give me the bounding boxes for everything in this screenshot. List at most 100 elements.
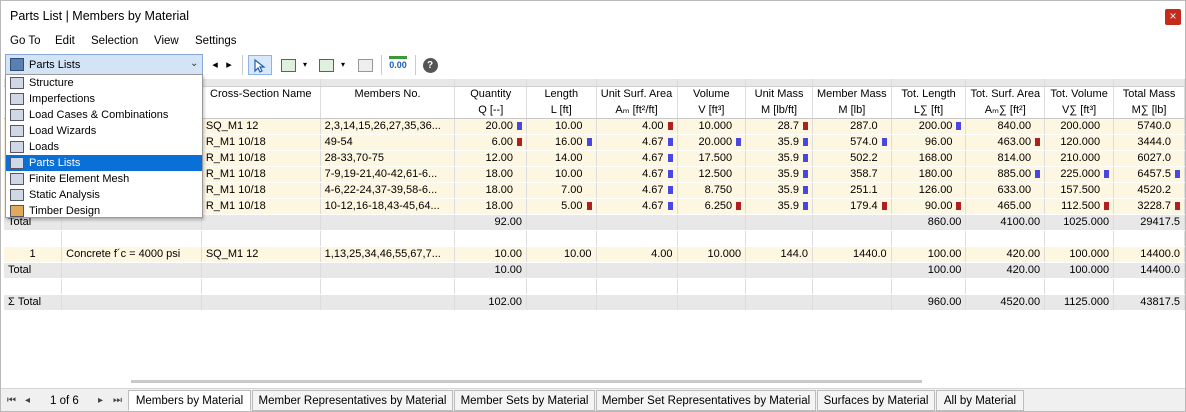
indicator-marker: [667, 122, 673, 131]
export-table-button[interactable]: [277, 55, 299, 75]
chevron-down-icon: ⌄: [190, 58, 199, 69]
dropdown-item-label: Loads: [29, 141, 59, 153]
unit-surface-area-value: 4.67: [642, 152, 664, 164]
imperfections-icon: [10, 93, 24, 105]
indicator-marker: [586, 202, 592, 211]
cross-section-name-value: SQ_M1 12: [205, 120, 259, 132]
total-surface-area: 465.00: [965, 198, 1046, 215]
cross-section-name-value: R_M1 10/18: [205, 152, 266, 164]
quantity-value: 12.00: [485, 152, 514, 164]
last-page-icon[interactable]: ⏭: [113, 395, 122, 406]
tab-surfaces-by-material[interactable]: Surfaces by Material: [817, 390, 935, 411]
indicator-marker: [881, 202, 887, 211]
member-mass: 574.0: [812, 134, 892, 151]
total-length-value: 126.00: [918, 184, 953, 196]
dropdown-item-load-wizards[interactable]: Load Wizards: [6, 123, 202, 139]
total-quantity: 92.00: [454, 214, 528, 231]
cross-section-name: R_M1 10/18: [201, 182, 321, 199]
unit-mass-value: 35.9: [777, 200, 799, 212]
quantity: 18.00: [454, 182, 528, 199]
menu-view[interactable]: View: [154, 35, 179, 47]
total-length: 200.00: [891, 118, 967, 135]
indicator-marker: [802, 186, 808, 195]
menu-goto[interactable]: Go To: [10, 35, 40, 47]
total-row[interactable]: Total 10.00 100.00 420.00 100.000 14400.…: [4, 262, 1185, 279]
units-decimals-button[interactable]: 0.00: [386, 55, 410, 75]
total-length-value: 90.00: [924, 200, 953, 212]
timber-design-icon: [10, 205, 24, 217]
dropdown-item-label: Finite Element Mesh: [29, 173, 130, 185]
unit-surface-area: 4.67: [596, 182, 678, 199]
toolbar-separator: [381, 55, 382, 75]
indicator-marker: [956, 154, 961, 162]
dropdown-item-static-analysis[interactable]: Static Analysis: [6, 187, 202, 203]
volume-value: 12.500: [698, 168, 733, 180]
menu-edit[interactable]: Edit: [55, 35, 75, 47]
length: 10.00: [526, 166, 597, 183]
tab-all-by-material[interactable]: All by Material: [936, 390, 1024, 411]
toolbar-separator: [415, 55, 416, 75]
indicator-marker: [956, 138, 961, 146]
next-page-icon[interactable]: ▸: [98, 395, 103, 406]
import-dropdown-icon[interactable]: ▾: [338, 55, 348, 75]
total-volume-value: 225.000: [1060, 168, 1101, 180]
next-table-button[interactable]: ▸: [222, 55, 236, 75]
dropdown-item-timber-design[interactable]: Timber Design: [6, 203, 202, 219]
export-dropdown-icon[interactable]: ▾: [300, 55, 310, 75]
decimals-icon: 0.00: [389, 56, 407, 71]
tab-member-representatives-by-material[interactable]: Member Representatives by Material: [252, 390, 453, 411]
member-mass-value: 287.0: [850, 120, 878, 132]
first-page-icon[interactable]: ⏮: [7, 395, 16, 406]
table-export-icon: [280, 58, 296, 72]
indicator-marker: [1104, 122, 1109, 130]
dropdown-item-structure[interactable]: Structure: [6, 75, 202, 91]
volume-value: 6.250: [704, 200, 733, 212]
total-mass-value: 5740.0: [1137, 120, 1171, 132]
menu-selection[interactable]: Selection: [91, 35, 138, 47]
unit-mass: 35.9: [745, 134, 813, 151]
dropdown-item-label: Static Analysis: [29, 189, 100, 201]
horizontal-scrollbar[interactable]: [131, 380, 922, 383]
indicator-marker: [1035, 122, 1040, 130]
tab-members-by-material[interactable]: Members by Material: [128, 390, 251, 411]
dropdown-item-imperfections[interactable]: Imperfections: [6, 91, 202, 107]
prev-page-icon[interactable]: ◂: [25, 395, 30, 406]
dropdown-item-load-cases[interactable]: Load Cases & Combinations: [6, 107, 202, 123]
unit-surface-area-value: 4.00: [642, 120, 664, 132]
combo-value: Parts Lists: [29, 59, 81, 71]
tab-member-set-representatives-by-material[interactable]: Member Set Representatives by Material: [596, 390, 816, 411]
indicator-marker: [882, 154, 887, 162]
import-table-button[interactable]: [315, 55, 337, 75]
tab-member-sets-by-material[interactable]: Member Sets by Material: [454, 390, 595, 411]
unit-mass: 28.7: [745, 118, 813, 135]
select-in-model-button[interactable]: [248, 55, 272, 75]
dropdown-item-parts-lists[interactable]: Parts Lists: [6, 155, 202, 171]
unit-mass-value: 35.9: [777, 168, 799, 180]
print-table-button[interactable]: [354, 55, 376, 75]
dropdown-item-fe-mesh[interactable]: Finite Element Mesh: [6, 171, 202, 187]
total-mass-value: 6457.5: [1137, 168, 1171, 180]
volume: 8.750: [677, 182, 747, 199]
help-button[interactable]: ?: [420, 55, 440, 75]
members-no: 2,3,14,15,26,27,35,36...: [320, 118, 456, 135]
total-volume: 100.000: [1044, 246, 1115, 263]
members-no: 49-54: [320, 134, 456, 151]
table-row[interactable]: 1 Concrete f´c = 4000 psi SQ_M1 12 1,13,…: [4, 246, 1185, 263]
header-cell: [320, 102, 456, 119]
indicator-marker: [802, 138, 808, 147]
navigator-combo[interactable]: Parts Lists ⌄: [5, 54, 203, 75]
total-mass: 29417.5: [1113, 214, 1185, 231]
indicator-marker: [802, 202, 808, 211]
members-no-value: 2,3,14,15,26,27,35,36...: [324, 120, 441, 132]
dropdown-item-loads[interactable]: Loads: [6, 139, 202, 155]
dropdown-item-label: Load Wizards: [29, 125, 97, 137]
grand-total-row[interactable]: Σ Total 102.00 960.00 4520.00 1125.000 4…: [4, 294, 1185, 311]
prev-table-button[interactable]: ◂: [208, 55, 222, 75]
indicator-marker: [1175, 122, 1180, 130]
indicator-marker: [1175, 138, 1180, 146]
volume-value: 10.000: [698, 120, 733, 132]
menu-settings[interactable]: Settings: [195, 35, 237, 47]
members-no-value: 4-6,22-24,37-39,58-6...: [324, 184, 438, 196]
close-button[interactable]: ×: [1165, 9, 1181, 25]
header-cell: M∑ [lb]: [1113, 102, 1185, 119]
